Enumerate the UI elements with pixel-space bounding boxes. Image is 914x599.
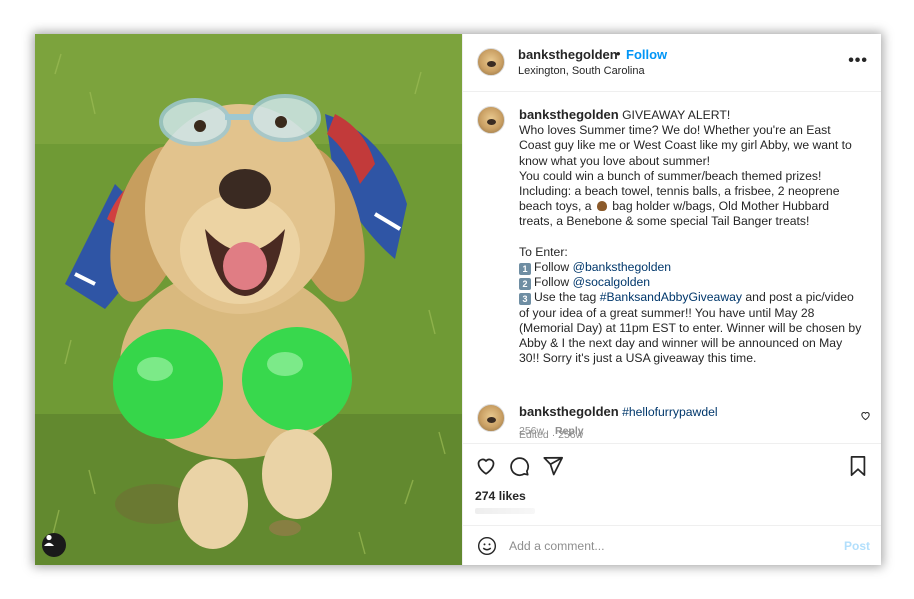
hashtag-link[interactable]: #BanksandAbbyGiveaway [600,290,742,304]
instagram-post-card: banksthegolden • Follow Lexington, South… [35,34,881,565]
comment-username[interactable]: banksthegolden [519,404,619,419]
caption-avatar[interactable] [477,106,505,134]
hashtag-link[interactable]: #hellofurrypawdel [622,405,718,419]
comment-like-heart-icon[interactable] [860,408,871,426]
post-actions: 274 likes [463,443,881,528]
keycap-two-icon: 2 [519,278,531,291]
caption-line: GIVEAWAY ALERT! [622,108,731,122]
caption-username[interactable]: banksthegolden [519,107,619,122]
caption-line: 30!! Sorry it's just a USA giveaway this… [519,351,757,366]
reply-button[interactable]: Reply [555,425,584,437]
to-enter-heading: To Enter: [519,244,568,259]
smiley-icon[interactable] [477,536,497,561]
caption-line: bag holder w/bags, Old Mother Hubbard [612,199,830,214]
post-date-faded [475,508,535,514]
follow-button[interactable]: Follow [626,47,667,62]
user-tag-icon[interactable] [42,533,66,557]
caption-line: know what you love about summer! [519,153,711,168]
comment-input[interactable] [509,536,829,556]
caption-line: Including: a beach towel, tennis balls, … [519,184,840,199]
step-text: Use the tag [534,290,597,305]
caption-line: Coast guy like me or West Coast like my … [519,138,852,153]
dog-photo-illustration [35,34,462,565]
caption-line: beach toys, a [519,199,592,214]
caption-line: Abby & I the next day and winner will be… [519,336,843,351]
step-text: Follow [534,275,570,290]
add-comment-bar: Post [463,525,881,565]
caption-section: banksthegolden GIVEAWAY ALERT! Who loves… [463,92,881,447]
more-options-icon[interactable]: ••• [848,52,868,70]
heart-icon[interactable] [475,455,497,482]
post-comment-button[interactable]: Post [844,539,870,553]
comment-age: 256w [519,425,545,437]
share-icon[interactable] [542,455,564,482]
caption-line: (Memorial Day) at 11pm EST to enter. Win… [519,320,862,335]
post-photo[interactable] [35,34,462,565]
caption-line: treats, a Benebone & some special Tail B… [519,214,810,229]
step-text: Follow [534,260,570,275]
keycap-three-icon: 3 [519,293,531,306]
post-side-panel: banksthegolden • Follow Lexington, South… [462,34,881,565]
step-text: and post a pic/video [745,290,854,305]
avatar[interactable] [477,48,505,76]
comment-icon[interactable] [508,455,530,482]
keycap-one-icon: 1 [519,263,531,276]
caption-text: banksthegolden GIVEAWAY ALERT! Who loves… [519,107,869,366]
location-link[interactable]: Lexington, South Carolina [518,65,645,77]
caption-line: of your idea of a great summer!! You hav… [519,305,815,320]
caption-line: Who loves Summer time? We do! Whether yo… [519,123,831,138]
mention-link[interactable]: @socalgolden [573,275,650,289]
caption-line: You could win a bunch of summer/beach th… [519,168,822,183]
poop-emoji-icon [596,201,607,212]
header-username[interactable]: banksthegolden [518,47,618,62]
post-header: banksthegolden • Follow Lexington, South… [463,34,881,92]
bookmark-icon[interactable] [848,455,868,482]
mention-link[interactable]: @banksthegolden [573,260,671,274]
comment-avatar[interactable] [477,404,505,432]
comment-text: banksthegolden #hellofurrypawdel [519,404,718,419]
likes-count[interactable]: 274 likes [475,489,526,503]
separator-dot: • [616,46,621,61]
